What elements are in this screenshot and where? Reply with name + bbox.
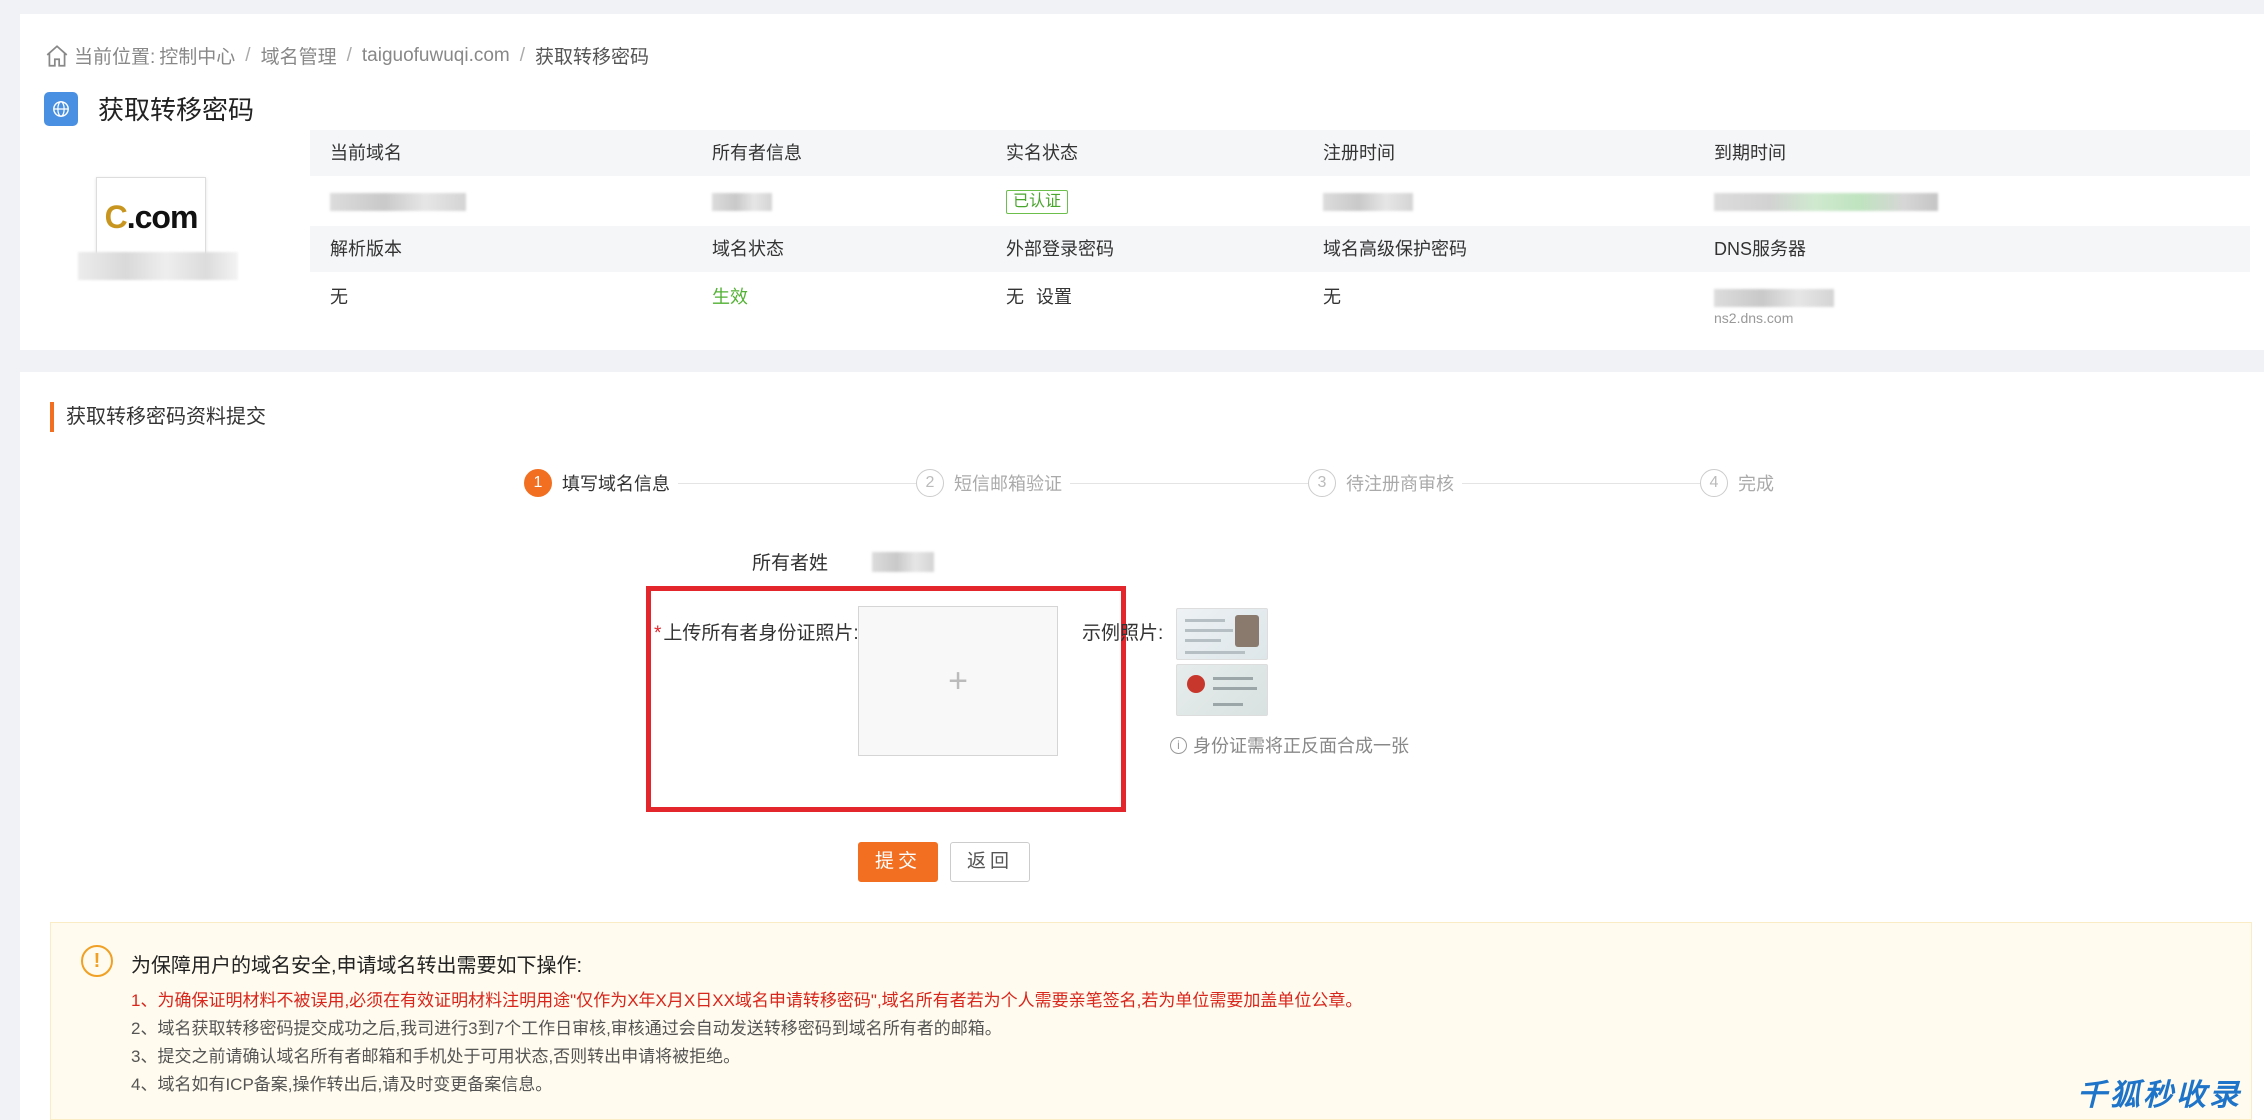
blurred-owner-name: [872, 552, 934, 572]
step-1-label: 填写域名信息: [562, 474, 670, 494]
example-id-front-image[interactable]: [1176, 608, 1268, 660]
upload-id-label: * 上传所有者身份证照片:: [654, 618, 859, 645]
upload-id-photo-button[interactable]: +: [858, 606, 1058, 756]
step-4-label: 完成: [1738, 474, 1774, 494]
notice-title: 为保障用户的域名安全,申请域名转出需要如下操作:: [131, 955, 583, 977]
info-value-row-2: 无 生效 无设置 无 ns2.dns.com: [310, 274, 2250, 326]
external-password-cell: 无设置: [1006, 274, 1072, 320]
step-4: 4 完成: [1700, 468, 1782, 498]
verify-status-badge: 已认证: [1006, 178, 1069, 224]
owner-name-label: 所有者姓: [752, 553, 829, 574]
notice-item: 3、提交之前请确认域名所有者邮箱和手机处于可用状态,否则转出申请将被拒绝。: [131, 1047, 741, 1066]
warning-icon: !: [81, 945, 113, 977]
breadcrumb-prefix: 当前位置:: [74, 47, 156, 68]
transfer-form-card: 获取转移密码资料提交 1 填写域名信息 2 短信邮箱验证 3 待注册商审核 4 …: [20, 372, 2264, 1120]
breadcrumb-domain[interactable]: taiguofuwuqi.com: [362, 45, 510, 67]
header-expire-time: 到期时间: [1714, 143, 1786, 163]
header-verify-status: 实名状态: [1006, 143, 1078, 163]
example-id-back-image[interactable]: [1176, 664, 1268, 716]
step-1: 1 填写域名信息: [524, 468, 678, 498]
back-button[interactable]: 返回: [950, 842, 1030, 882]
blurred-expire-time: [1714, 178, 1938, 224]
external-password-value: 无: [1006, 287, 1024, 307]
advanced-password-value: 无: [1323, 287, 1341, 307]
info-header-row-2: 解析版本 域名状态 外部登录密码 域名高级保护密码 DNS服务器: [310, 226, 2250, 272]
upload-id-label-text: 上传所有者身份证照片:: [663, 623, 859, 644]
dns-version-value: 无: [330, 287, 348, 307]
breadcrumb-domain-management[interactable]: 域名管理: [261, 42, 337, 69]
breadcrumb-separator: /: [245, 44, 251, 66]
notice-list: 1、为确保证明材料不被误用,必须在有效证明材料注明用途"仅作为X年X月X日XX域…: [131, 987, 1362, 1099]
id-photo-hint: i 身份证需将正反面合成一张: [1170, 732, 1409, 758]
plus-icon: +: [948, 661, 968, 700]
set-password-link[interactable]: 设置: [1036, 287, 1072, 307]
header-dns-server: DNS服务器: [1714, 239, 1807, 259]
notice-panel: ! 为保障用户的域名安全,申请域名转出需要如下操作: 1、为确保证明材料不被误用…: [50, 922, 2252, 1120]
blurred-owner-info: [712, 178, 772, 224]
breadcrumb-separator: /: [519, 44, 526, 66]
step-connector: [1459, 483, 1709, 484]
header-dns-version: 解析版本: [330, 239, 402, 259]
step-2-number: 2: [916, 469, 944, 497]
breadcrumb: 当前位置: 控制中心 / 域名管理 / taiguofuwuqi.com / 获…: [44, 42, 649, 69]
step-connector: [1069, 483, 1315, 484]
header-owner-info: 所有者信息: [712, 143, 802, 163]
breadcrumb-control-center[interactable]: 控制中心: [159, 42, 235, 69]
blurred-current-domain: [330, 178, 466, 224]
breadcrumb-separator: /: [346, 44, 352, 66]
watermark-logo: 千狐秒收录: [2077, 1079, 2242, 1112]
header-domain-status: 域名状态: [712, 239, 784, 259]
header-external-password: 外部登录密码: [1006, 239, 1114, 259]
header-register-time: 注册时间: [1323, 143, 1395, 163]
logo-check-letter: C: [104, 198, 128, 235]
blurred-register-time: [1323, 178, 1413, 224]
notice-item: 2、域名获取转移密码提交成功之后,我司进行3到7个工作日审核,审核通过会自动发送…: [131, 1019, 1002, 1038]
header-current-domain: 当前域名: [330, 143, 402, 163]
step-4-number: 4: [1700, 469, 1728, 497]
domain-logo: C.com: [96, 177, 206, 257]
example-photo-label: 示例照片:: [1082, 623, 1164, 644]
progress-steps: 1 填写域名信息 2 短信邮箱验证 3 待注册商审核 4 完成: [524, 468, 1844, 498]
id-photo-hint-text: 身份证需将正反面合成一张: [1193, 736, 1409, 756]
info-value-row-1: 已认证: [310, 178, 2250, 224]
step-2-label: 短信邮箱验证: [954, 474, 1062, 494]
breadcrumb-current: 获取转移密码: [535, 47, 650, 68]
header-advanced-password: 域名高级保护密码: [1323, 239, 1467, 259]
step-connector: [674, 483, 924, 484]
domain-info-card: 当前位置: 控制中心 / 域名管理 / taiguofuwuqi.com / 获…: [20, 14, 2264, 350]
page-title: 获取转移密码: [98, 95, 255, 125]
notice-item: 4、域名如有ICP备案,操作转出后,请及时变更备案信息。: [131, 1075, 553, 1094]
home-icon[interactable]: [44, 43, 70, 69]
dns-server-partial: ns2.dns.com: [1714, 310, 1794, 326]
notice-item: 1、为确保证明材料不被误用,必须在有效证明材料注明用途"仅作为X年X月X日XX域…: [131, 991, 1363, 1010]
globe-icon: [44, 91, 78, 126]
step-1-number: 1: [524, 469, 552, 497]
domain-status-value: 生效: [712, 287, 748, 307]
submit-button[interactable]: 提交: [858, 842, 938, 882]
blurred-domain-name: [78, 252, 238, 280]
step-3-number: 3: [1308, 469, 1336, 497]
logo-dotcom: .com: [126, 198, 199, 235]
step-3-label: 待注册商审核: [1346, 474, 1454, 494]
required-mark: *: [654, 623, 662, 644]
page-title-row: 获取转移密码: [44, 90, 254, 127]
step-2: 2 短信邮箱验证: [916, 468, 1070, 498]
step-3: 3 待注册商审核: [1308, 468, 1462, 498]
info-header-row-1: 当前域名 所有者信息 实名状态 注册时间 到期时间: [310, 130, 2250, 176]
section-title: 获取转移密码资料提交: [50, 402, 266, 432]
info-icon: i: [1170, 736, 1187, 754]
